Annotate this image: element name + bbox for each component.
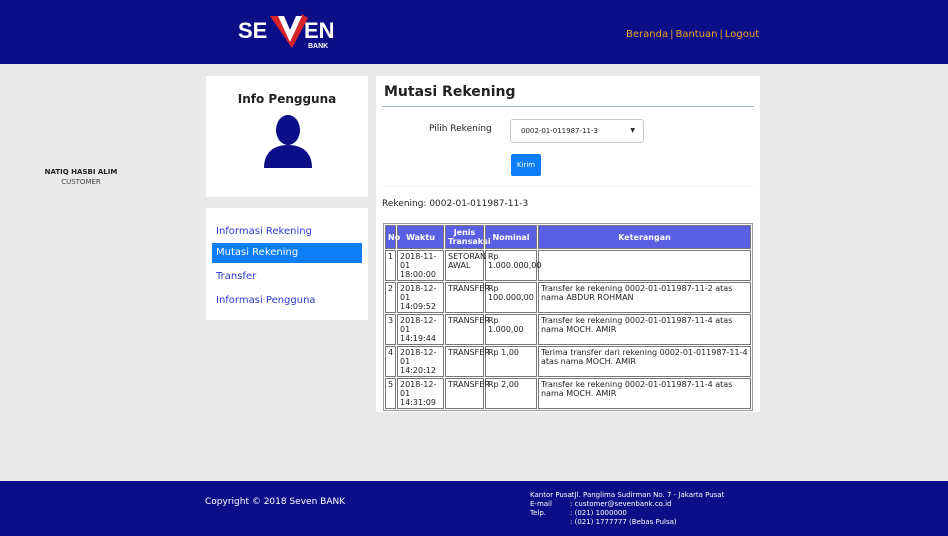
user-name: NATIQ HASBI ALIM	[44, 168, 118, 176]
table-row: 3 2018-12-01 14:19:44 TRANSFER Rp 1.000,…	[385, 314, 751, 345]
table-cell-keterangan	[538, 250, 751, 281]
account-number-text: Rekening: 0002-01-011987-11-3	[382, 199, 529, 209]
nav-separator: |	[670, 29, 674, 40]
title-divider	[382, 106, 754, 107]
contact-label: Kantor Pusat	[530, 491, 575, 499]
table-cell-keterangan: Transfer ke rekening 0002-01-011987-11-4…	[538, 378, 751, 409]
contact-value: : (021) 1000000	[570, 509, 627, 517]
contact-row-office: Kantor Pusat: Jl. Panglima Sudirman No. …	[530, 491, 724, 500]
column-header-keterangan: Keterangan	[538, 225, 751, 249]
seven-bank-logo[interactable]: SE EN BANK	[232, 8, 352, 56]
table-cell-keterangan: Transfer ke rekening 0002-01-011987-11-4…	[538, 314, 751, 345]
section-divider	[382, 186, 754, 187]
top-header: SE EN BANK Beranda | Bantuan | Logout	[0, 0, 948, 64]
table-cell-no: 1	[385, 250, 396, 281]
table-cell-keterangan: Transfer ke rekening 0002-01-011987-11-2…	[538, 282, 751, 313]
contact-value: : (021) 1777777 (Bebas Pulsa)	[570, 518, 677, 526]
table-cell-waktu: 2018-12-01 14:09:52	[397, 282, 444, 313]
main-panel: Mutasi Rekening Pilih Rekening 0002-01-0…	[376, 76, 760, 412]
table-cell-nominal: Rp 1.000,00	[485, 314, 537, 345]
nav-separator: |	[719, 29, 723, 40]
copyright-text: Copyright © 2018 Seven BANK	[205, 497, 346, 507]
table-cell-waktu: 2018-12-01 14:20:12	[397, 346, 444, 377]
table-cell-waktu: 2018-12-01 14:19:44	[397, 314, 444, 345]
chevron-down-icon: ▼	[630, 127, 635, 134]
user-role: CUSTOMER	[61, 178, 101, 186]
column-header-waktu: Waktu	[397, 225, 444, 249]
account-select-label: Pilih Rekening	[429, 124, 492, 134]
page-footer: Copyright © 2018 Seven BANK Kantor Pusat…	[0, 481, 948, 536]
svg-text:BANK: BANK	[308, 43, 328, 50]
contact-value: : Jl. Panglima Sudirman No. 7 - Jakarta …	[570, 491, 725, 499]
table-cell-keterangan: Terima transfer dari rekening 0002-01-01…	[538, 346, 751, 377]
column-header-nominal: Nominal	[485, 225, 537, 249]
table-row: 1 2018-11-01 18:00:00 SETORAN AWAL Rp 1.…	[385, 250, 751, 281]
table-cell-no: 5	[385, 378, 396, 409]
contact-label: Telp.	[530, 509, 547, 517]
user-info-title: Info Pengguna	[237, 92, 337, 106]
transaction-table-wrapper: No Waktu Jenis Transaksi Nominal Keteran…	[383, 223, 753, 411]
table-cell-waktu: 2018-12-01 14:31:09	[397, 378, 444, 409]
svg-text:SE: SE	[238, 18, 267, 43]
table-cell-nominal: Rp 1,00	[485, 346, 537, 377]
nav-help-link[interactable]: Bantuan	[675, 29, 717, 40]
sidebar-item-informasi-rekening[interactable]: Informasi Rekening	[212, 222, 362, 242]
table-cell-nominal: Rp 2,00	[485, 378, 537, 409]
sidebar-item-transfer[interactable]: Transfer	[212, 267, 362, 287]
user-info-card: Info Pengguna	[206, 76, 368, 197]
submit-button[interactable]: Kirim	[511, 154, 541, 176]
table-cell-jenis: TRANSFER	[445, 282, 490, 313]
contact-info: Kantor Pusat: Jl. Panglima Sudirman No. …	[530, 491, 724, 527]
table-cell-no: 4	[385, 346, 396, 377]
table-cell-no: 3	[385, 314, 396, 345]
nav-logout-link[interactable]: Logout	[725, 29, 759, 40]
sidebar-menu: Informasi Rekening Mutasi Rekening Trans…	[206, 208, 368, 320]
account-select-value: 0002-01-011987-11-3	[521, 127, 598, 135]
table-cell-no: 2	[385, 282, 396, 313]
account-select[interactable]: 0002-01-011987-11-3 ▼	[510, 119, 644, 143]
column-header-no: No	[385, 225, 400, 249]
sidebar-item-mutasi-rekening[interactable]: Mutasi Rekening	[212, 243, 362, 263]
column-header-jenis-transaksi: Jenis Transaksi	[445, 225, 491, 249]
table-cell-waktu: 2018-11-01 18:00:00	[397, 250, 444, 281]
table-cell-jenis: TRANSFER	[445, 346, 490, 377]
page-title: Mutasi Rekening	[384, 84, 516, 100]
nav-home-link[interactable]: Beranda	[626, 29, 668, 40]
table-row: 4 2018-12-01 14:20:12 TRANSFER Rp 1,00 T…	[385, 346, 751, 377]
contact-row-phone: Telp. : (021) 1000000	[530, 509, 724, 518]
contact-label: E-mail	[530, 500, 552, 508]
svg-text:EN: EN	[304, 18, 335, 43]
table-row: 2 2018-12-01 14:09:52 TRANSFER Rp 100.00…	[385, 282, 751, 313]
top-nav: Beranda | Bantuan | Logout	[626, 29, 759, 40]
table-cell-jenis: TRANSFER	[445, 378, 490, 409]
user-avatar-icon	[264, 115, 312, 168]
table-cell-jenis: SETORAN AWAL	[445, 250, 486, 281]
contact-value: : customer@sevenbank.co.id	[570, 500, 672, 508]
table-cell-jenis: TRANSFER	[445, 314, 490, 345]
table-cell-nominal: Rp 100.000,00	[485, 282, 537, 313]
sidebar-item-informasi-pengguna[interactable]: Informasi Pengguna	[212, 291, 362, 311]
table-header-row: No Waktu Jenis Transaksi Nominal Keteran…	[385, 225, 751, 249]
table-cell-nominal: Rp 1.000.000,00	[485, 250, 541, 281]
table-row: 5 2018-12-01 14:31:09 TRANSFER Rp 2,00 T…	[385, 378, 751, 409]
contact-row-tollfree: : (021) 1777777 (Bebas Pulsa)	[530, 518, 724, 527]
contact-row-email: E-mail : customer@sevenbank.co.id	[530, 500, 724, 509]
transaction-table: No Waktu Jenis Transaksi Nominal Keteran…	[383, 223, 753, 411]
